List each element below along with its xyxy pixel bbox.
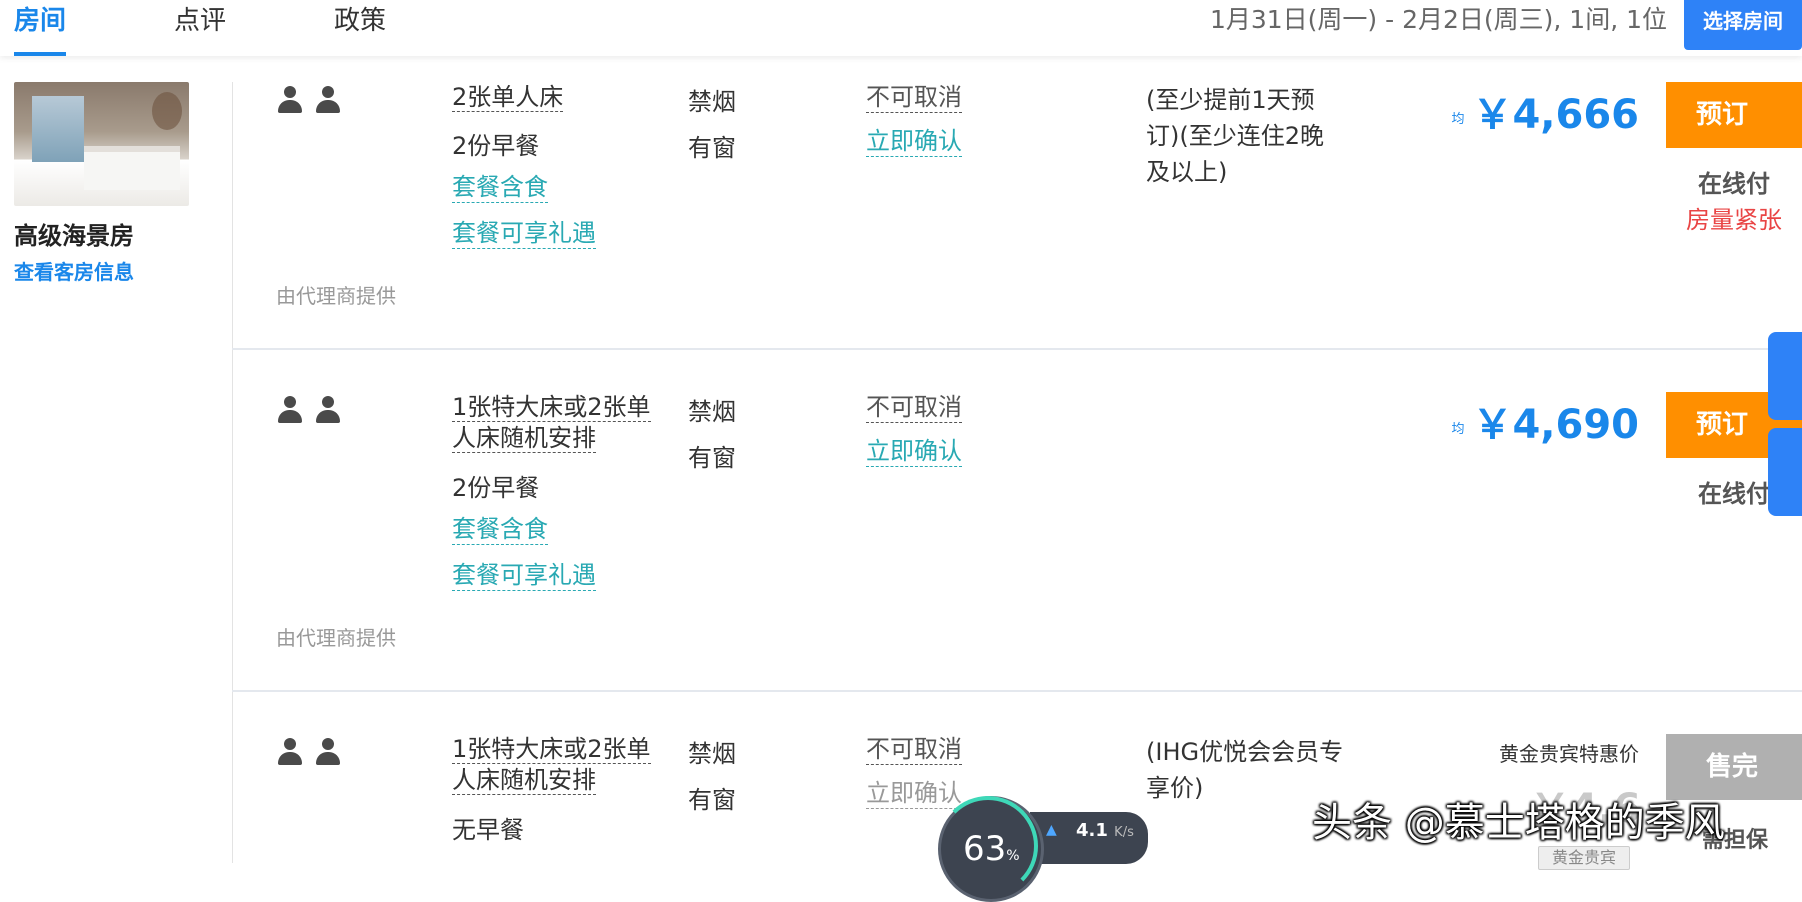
room-info-link[interactable]: 查看客房信息 bbox=[14, 256, 134, 285]
package-perk-link[interactable]: 套餐可享礼遇 bbox=[452, 218, 596, 249]
package-meal-link[interactable]: 套餐含食 bbox=[452, 172, 548, 203]
person-icon bbox=[278, 86, 302, 114]
package-meal-link[interactable]: 套餐含食 bbox=[452, 514, 548, 545]
meal-info: 无早餐 bbox=[452, 816, 524, 844]
memory-usage-arc bbox=[938, 796, 1038, 896]
price-value: ￥4,690 bbox=[1472, 402, 1639, 448]
row-divider bbox=[232, 690, 1802, 692]
row-divider bbox=[232, 348, 1802, 350]
package-perk-link[interactable]: 套餐可享礼遇 bbox=[452, 560, 596, 591]
person-icon bbox=[278, 396, 302, 424]
occupancy-icons bbox=[278, 738, 340, 766]
room-photo-decor bbox=[152, 92, 182, 130]
low-availability: 房量紧张 bbox=[1686, 206, 1782, 234]
room-photo[interactable] bbox=[14, 82, 189, 206]
person-icon bbox=[316, 738, 340, 766]
average-label: 均 bbox=[1451, 421, 1465, 437]
network-speed-panel[interactable]: ▲ 4.1 K/s bbox=[1030, 812, 1148, 864]
occupancy-icons bbox=[278, 396, 340, 424]
gold-member-price-label: 黄金贵宾特惠价 bbox=[1499, 742, 1639, 766]
room-photo-window bbox=[32, 96, 84, 162]
agent-note: 由代理商提供 bbox=[276, 284, 396, 308]
instant-confirm[interactable]: 立即确认 bbox=[866, 778, 962, 809]
column-divider bbox=[232, 82, 233, 863]
price: 均 ￥4,666 bbox=[1451, 82, 1639, 140]
side-float-tab[interactable] bbox=[1768, 428, 1802, 516]
instant-confirm[interactable]: 立即确认 bbox=[866, 126, 962, 157]
cancel-policy[interactable]: 不可取消 bbox=[866, 734, 962, 765]
book-button[interactable]: 预订 bbox=[1666, 82, 1802, 148]
person-icon bbox=[316, 396, 340, 424]
smoking-policy: 禁烟 bbox=[688, 398, 736, 426]
tab-policy[interactable]: 政策 bbox=[334, 0, 386, 52]
room-photo-bed bbox=[84, 146, 180, 190]
average-label: 均 bbox=[1451, 111, 1465, 127]
cancel-policy[interactable]: 不可取消 bbox=[866, 392, 962, 423]
upload-speed: 4.1 bbox=[1076, 820, 1108, 841]
instant-confirm[interactable]: 立即确认 bbox=[866, 436, 962, 467]
bed-type[interactable]: 1张特大床或2张单人床随机安排 bbox=[452, 392, 662, 454]
top-nav: 房间 点评 政策 1月31日(周一) - 2月2日(周三), 1间, 1位 选择… bbox=[0, 0, 1802, 56]
bed-type[interactable]: 1张特大床或2张单人床随机安排 bbox=[452, 734, 662, 796]
tab-rooms[interactable]: 房间 bbox=[14, 0, 67, 56]
speed-unit: K/s bbox=[1114, 825, 1134, 840]
cancel-policy[interactable]: 不可取消 bbox=[866, 82, 962, 113]
tab-reviews[interactable]: 点评 bbox=[174, 0, 226, 52]
meal-info: 2份早餐 bbox=[452, 474, 540, 502]
date-range[interactable]: 1月31日(周一) - 2月2日(周三), 1间, 1位 bbox=[1210, 0, 1667, 40]
person-icon bbox=[316, 86, 340, 114]
window-info: 有窗 bbox=[688, 786, 736, 814]
agent-note: 由代理商提供 bbox=[276, 626, 396, 650]
occupancy-icons bbox=[278, 86, 340, 114]
pay-online: 在线付 bbox=[1698, 480, 1770, 508]
window-info: 有窗 bbox=[688, 444, 736, 472]
gold-member-badge: 黄金贵宾 bbox=[1538, 846, 1630, 870]
room-title: 高级海景房 bbox=[14, 222, 134, 250]
bed-type[interactable]: 2张单人床 bbox=[452, 82, 662, 113]
upload-arrow-icon: ▲ bbox=[1046, 822, 1057, 838]
price: 均 ￥4,690 bbox=[1451, 392, 1639, 450]
pay-online: 在线付 bbox=[1698, 170, 1770, 198]
smoking-policy: 禁烟 bbox=[688, 88, 736, 116]
booking-policy: (至少提前1天预订)(至少连住2晚及以上) bbox=[1146, 86, 1324, 186]
smoking-policy: 禁烟 bbox=[688, 740, 736, 768]
person-icon bbox=[278, 738, 302, 766]
meal-info: 2份早餐 bbox=[452, 132, 540, 160]
side-float-tab[interactable] bbox=[1768, 332, 1802, 420]
select-room-button[interactable]: 选择房间 bbox=[1684, 0, 1802, 50]
price-value: ￥4,666 bbox=[1472, 92, 1639, 138]
window-info: 有窗 bbox=[688, 134, 736, 162]
watermark: 头条 @慕士塔格的季风 bbox=[1312, 800, 1725, 846]
